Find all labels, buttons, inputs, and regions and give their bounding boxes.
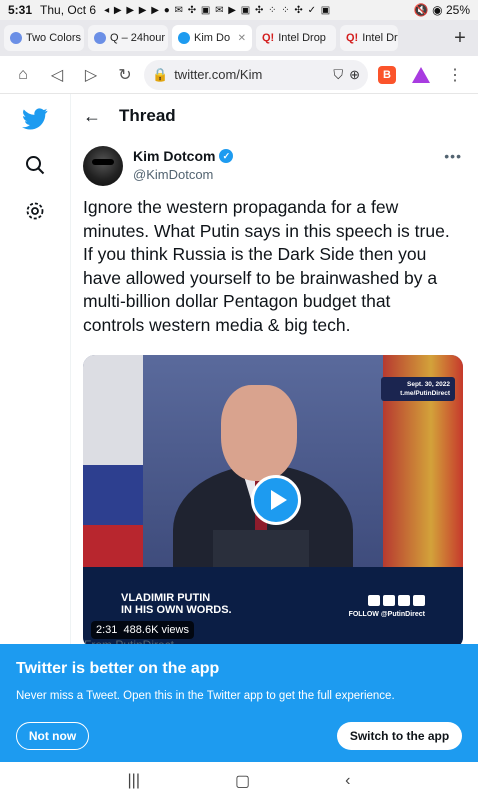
tab-label: Intel Drop — [278, 32, 326, 44]
q-icon: Q! — [346, 32, 359, 44]
author-name[interactable]: Kim Dotcom — [133, 148, 215, 164]
tab-24hour[interactable]: Q – 24hour — [88, 25, 168, 51]
video-caption: VLADIMIR PUTIN IN HIS OWN WORDS. — [121, 592, 261, 616]
tab-strip: Two Colors Q – 24hour Kim Do ✕ Q! Intel Dr… — [0, 20, 478, 56]
back-button-icon[interactable]: ‹ — [345, 772, 350, 790]
twitter-icon — [383, 595, 395, 606]
globe-icon — [10, 32, 22, 44]
caption-line-1: VLADIMIR PUTIN — [121, 592, 211, 604]
status-bar: 5:31 Thu, Oct 6 ◂ ▶ ▶ ▶ ▶ ● ✉ ✣ ▣ ✉ ▶ ▣ … — [0, 0, 478, 20]
new-tab-button[interactable]: + — [446, 27, 474, 50]
instagram-icon — [413, 595, 425, 606]
thread-header: ← Thread — [71, 94, 478, 138]
view-count: 488.6K views — [123, 624, 189, 636]
url-text: twitter.com/Kim — [174, 67, 263, 82]
tab-label: Intel Drop — [362, 32, 398, 44]
youtube-icon — [368, 595, 380, 606]
badge-url: t.me/PutinDirect — [400, 390, 450, 397]
tweet: Kim Dotcom ✓ @KimDotcom ••• Ignore the w… — [71, 146, 478, 649]
brave-shield-icon[interactable]: B — [370, 60, 404, 90]
more-options-icon[interactable]: ••• — [444, 148, 462, 164]
video-duration: 2:31 488.6K views — [91, 621, 194, 639]
speaker-head — [221, 385, 297, 481]
globe-icon — [94, 32, 106, 44]
banner-subtitle: Never miss a Tweet. Open this in the Twi… — [16, 690, 395, 702]
duration-time: 2:31 — [96, 624, 118, 636]
tab-intel-drop-1[interactable]: Q! Intel Drop — [256, 25, 336, 51]
status-time: 5:31 — [8, 3, 33, 17]
tab-label: Two Colors — [26, 32, 82, 44]
caption-line-2: IN HIS OWN WORDS. — [121, 604, 232, 616]
browser-toolbar: ⌂ ◁ ▷ ↻ 🔒 twitter.com/Kim ⛉ ⊕ B ⋮ — [0, 56, 478, 94]
bookmark-icon[interactable]: ⛉ — [333, 67, 343, 83]
system-nav-bar: ||| ▢ ‹ — [0, 762, 478, 800]
recent-apps-icon[interactable]: ||| — [128, 772, 140, 790]
forward-icon[interactable]: ▷ — [74, 60, 108, 90]
back-icon[interactable]: ◁ — [40, 60, 74, 90]
switch-to-app-button[interactable]: Switch to the app — [337, 722, 462, 750]
twitter-logo-icon[interactable] — [22, 106, 48, 132]
tab-label: Kim Do — [194, 32, 231, 44]
twitter-icon — [178, 32, 190, 44]
app-promo-banner: Twitter is better on the app Never miss … — [0, 644, 478, 762]
brave-rewards-icon[interactable] — [404, 60, 438, 90]
verified-badge-icon: ✓ — [219, 149, 234, 163]
page-title: Thread — [119, 106, 176, 125]
tweet-video[interactable]: Sept. 30, 2022 t.me/PutinDirect VLADIMIR… — [83, 355, 463, 649]
facebook-icon — [398, 595, 410, 606]
reload-icon[interactable]: ↻ — [108, 60, 142, 90]
video-badge: Sept. 30, 2022 t.me/PutinDirect — [381, 377, 455, 401]
avatar[interactable] — [83, 146, 123, 186]
notification-icons: ◂ ▶ ▶ ▶ ▶ ● ✉ ✣ ▣ ✉ ▶ ▣ ✣ ⁘ ⁘ ✣ ✓ ▣ — [104, 4, 332, 16]
menu-icon[interactable]: ⋮ — [438, 60, 472, 90]
author-handle[interactable]: @KimDotcom — [133, 167, 233, 182]
gear-icon[interactable] — [22, 198, 48, 224]
search-icon[interactable] — [22, 152, 48, 178]
badge-date: Sept. 30, 2022 — [407, 381, 450, 388]
address-bar[interactable]: 🔒 twitter.com/Kim ⛉ ⊕ — [144, 59, 368, 90]
play-button[interactable] — [251, 475, 301, 525]
home-icon[interactable]: ⌂ — [6, 60, 40, 90]
status-date: Thu, Oct 6 — [40, 3, 97, 17]
lock-icon: 🔒 — [152, 66, 169, 82]
banner-title: Twitter is better on the app — [16, 660, 220, 677]
twitter-sidebar — [0, 94, 70, 654]
tab-kim-dotcom[interactable]: Kim Do ✕ — [172, 25, 252, 51]
main-column: ← Thread Kim Dotcom ✓ @KimDotcom ••• Ign… — [70, 94, 478, 654]
follow-text: FOLLOW @PutinDirect — [348, 611, 425, 618]
status-right: 🔇 ◉ 25% — [413, 3, 470, 17]
download-icon[interactable]: ⊕ — [349, 67, 360, 83]
q-icon: Q! — [262, 32, 275, 44]
tab-intel-drop-2[interactable]: Q!Intel Drop — [340, 25, 398, 51]
tweet-text: Ignore the western propaganda for a few … — [83, 197, 450, 335]
home-button-icon[interactable]: ▢ — [235, 771, 250, 791]
battery-level: 25% — [445, 3, 470, 17]
tab-two-colors[interactable]: Two Colors — [4, 25, 84, 51]
social-icons — [368, 595, 425, 606]
flag-stripe-blue — [83, 465, 143, 525]
tweet-author: Kim Dotcom ✓ @KimDotcom ••• — [83, 146, 466, 192]
back-arrow-icon[interactable]: ← — [83, 106, 101, 127]
flag-stripe-white — [83, 355, 143, 465]
tab-label: Q – 24hour — [110, 32, 166, 44]
not-now-button[interactable]: Not now — [16, 722, 89, 750]
close-tab-icon[interactable]: ✕ — [238, 33, 246, 44]
